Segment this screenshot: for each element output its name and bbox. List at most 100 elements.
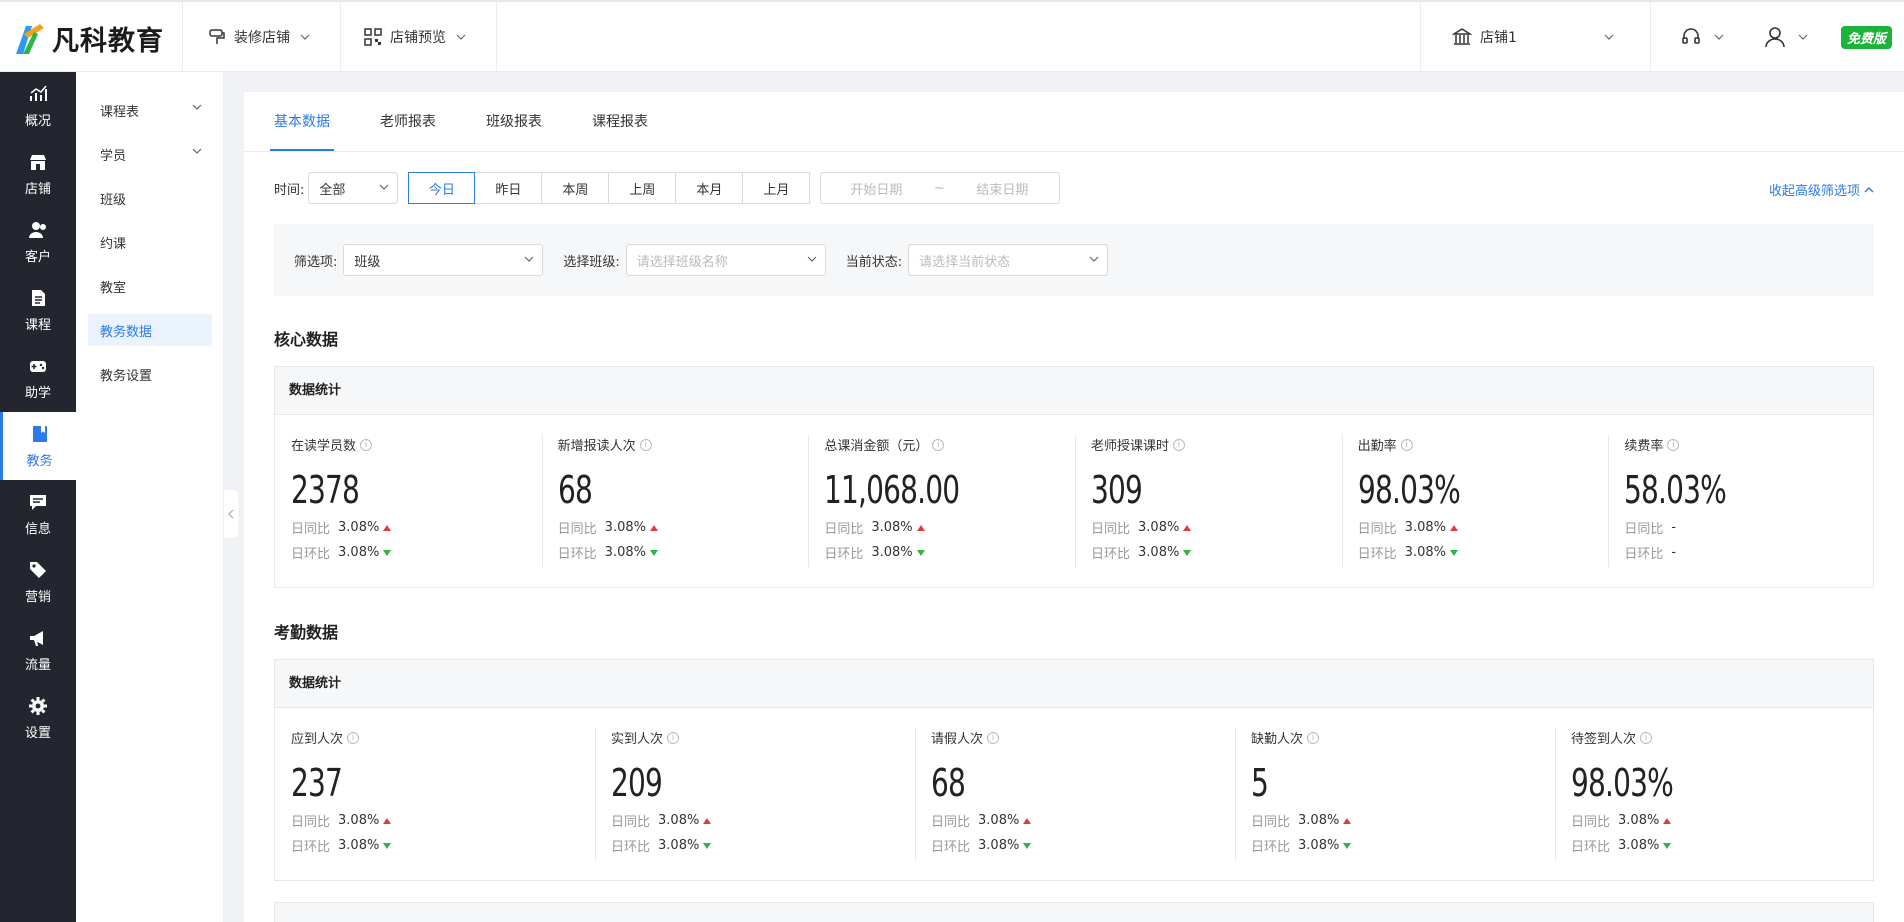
day-mom-value: - bbox=[1671, 545, 1677, 560]
subnav-schedule[interactable]: 课程表 bbox=[88, 94, 212, 126]
store-selector[interactable]: 店铺1 bbox=[1452, 2, 1622, 72]
subnav-academic-settings[interactable]: 教务设置 bbox=[88, 358, 212, 390]
day-mom-row: 日环比 - bbox=[1624, 543, 1871, 562]
nav-courses[interactable]: 课程 bbox=[0, 276, 76, 344]
stat-value: 68 bbox=[931, 761, 966, 805]
day-yoy-label: 日同比 bbox=[1624, 522, 1664, 537]
info-icon[interactable]: i bbox=[1400, 438, 1413, 451]
info-icon[interactable]: i bbox=[987, 731, 1000, 744]
range-yesterday[interactable]: 昨日 bbox=[475, 172, 543, 204]
day-yoy-label: 日同比 bbox=[1251, 815, 1291, 830]
trend-up-icon bbox=[916, 524, 925, 531]
tab-basic-data[interactable]: 基本数据 bbox=[274, 92, 330, 152]
stat-label: 在读学员数 i bbox=[291, 435, 538, 454]
range-today[interactable]: 今日 bbox=[408, 172, 476, 204]
day-mom-label: 日环比 bbox=[291, 547, 331, 562]
nav-label: 助学 bbox=[24, 385, 51, 401]
nav-label: 设置 bbox=[24, 725, 51, 741]
date-range-picker[interactable]: 开始日期 ~ 结束日期 bbox=[820, 172, 1061, 204]
tab-class-report[interactable]: 班级报表 bbox=[486, 92, 542, 152]
status-select-placeholder: 请选择当前状态 bbox=[919, 254, 1011, 270]
subnav-classes[interactable]: 班级 bbox=[88, 182, 212, 214]
headset-icon bbox=[1682, 28, 1700, 44]
info-icon[interactable]: i bbox=[932, 438, 945, 451]
nav-customers[interactable]: 客户 bbox=[0, 208, 76, 276]
advanced-toggle-label: 收起高级筛选项 bbox=[1768, 184, 1860, 199]
info-icon[interactable]: i bbox=[639, 438, 652, 451]
nav-traffic[interactable]: 流量 bbox=[0, 616, 76, 684]
nav-assist[interactable]: 助学 bbox=[0, 344, 76, 412]
chart-icon bbox=[30, 85, 47, 101]
info-icon[interactable]: i bbox=[667, 731, 680, 744]
nav-label: 课程 bbox=[24, 317, 51, 333]
range-last-week[interactable]: 上周 bbox=[609, 172, 677, 204]
day-yoy-value: 3.08% bbox=[338, 813, 380, 828]
day-mom-label: 日环比 bbox=[1571, 840, 1611, 855]
free-version-badge[interactable]: 免费版 bbox=[1840, 26, 1892, 49]
subnav-academic-data[interactable]: 教务数据 bbox=[88, 314, 212, 346]
stat-card: 待签到人次 i 98.03% 日同比 3.08% 日环比 3.08% bbox=[1551, 728, 1871, 860]
nav-messages[interactable]: 信息 bbox=[0, 480, 76, 548]
subnav-classrooms[interactable]: 教室 bbox=[88, 270, 212, 302]
tab-course-report[interactable]: 课程报表 bbox=[592, 92, 648, 152]
support-button[interactable] bbox=[1680, 2, 1732, 72]
start-date-input[interactable]: 开始日期 bbox=[821, 179, 931, 198]
nav-store[interactable]: 店铺 bbox=[0, 140, 76, 208]
attendance-stats-panel: 数据统计 应到人次 i 237 日同比 3.08% 日环比 3.08% 实到人次 i 209 日同比… bbox=[274, 659, 1874, 881]
tab-teacher-report[interactable]: 老师报表 bbox=[380, 92, 436, 152]
info-icon[interactable]: i bbox=[360, 438, 373, 451]
time-label: 时间: bbox=[274, 182, 305, 198]
filter-item-select[interactable]: 班级 bbox=[343, 244, 544, 276]
store-icon bbox=[30, 154, 46, 170]
subnav-label: 教室 bbox=[100, 280, 127, 296]
store-preview-button[interactable]: 店铺预览 bbox=[364, 2, 474, 72]
day-mom-value: 3.08% bbox=[1138, 545, 1180, 560]
day-yoy-label: 日同比 bbox=[1357, 522, 1397, 537]
nav-academic[interactable]: 教务 bbox=[0, 412, 76, 480]
chevron-left-icon bbox=[228, 509, 234, 519]
day-mom-label: 日环比 bbox=[557, 547, 597, 562]
nav-settings[interactable]: 设置 bbox=[0, 684, 76, 752]
trend-down-icon bbox=[1449, 549, 1458, 556]
status-select[interactable]: 请选择当前状态 bbox=[908, 244, 1109, 276]
range-this-month[interactable]: 本月 bbox=[676, 172, 744, 204]
info-icon[interactable]: i bbox=[1307, 731, 1320, 744]
trend-up-icon bbox=[383, 524, 392, 531]
stat-value: 98.03% bbox=[1357, 468, 1461, 512]
info-icon[interactable]: i bbox=[1640, 731, 1653, 744]
info-icon[interactable]: i bbox=[1667, 438, 1680, 451]
subnav-booking[interactable]: 约课 bbox=[88, 226, 212, 258]
range-this-week[interactable]: 本周 bbox=[542, 172, 610, 204]
stat-card: 实到人次 i 209 日同比 3.08% 日环比 3.08% bbox=[591, 728, 911, 860]
day-mom-label: 日环比 bbox=[611, 840, 651, 855]
brand-logo[interactable]: 凡科教育 bbox=[14, 16, 164, 60]
stat-card: 新增报读人次 i 68 日同比 3.08% 日环比 3.08% bbox=[538, 435, 805, 567]
decorate-store-button[interactable]: 装修店铺 bbox=[208, 2, 318, 72]
day-mom-row: 日环比 3.08% bbox=[611, 836, 911, 855]
stat-card: 续费率 i 58.03% 日同比 - 日环比 - bbox=[1604, 435, 1871, 567]
class-select[interactable]: 请选择班级名称 bbox=[625, 244, 826, 276]
subnav-students[interactable]: 学员 bbox=[88, 138, 212, 170]
subnav-label: 教务设置 bbox=[100, 368, 153, 384]
toggle-advanced-filters[interactable]: 收起高级筛选项 bbox=[1769, 180, 1874, 199]
chevron-down-icon bbox=[192, 148, 202, 154]
stat-label-text: 续费率 bbox=[1624, 439, 1664, 454]
nav-marketing[interactable]: 营销 bbox=[0, 548, 76, 616]
nav-overview[interactable]: 概况 bbox=[0, 72, 76, 140]
trend-up-icon bbox=[1183, 524, 1192, 531]
end-date-input[interactable]: 结束日期 bbox=[947, 179, 1057, 198]
range-last-month[interactable]: 上月 bbox=[743, 172, 811, 204]
chevron-down-icon bbox=[456, 34, 466, 40]
info-icon[interactable]: i bbox=[347, 731, 360, 744]
stat-value: 209 bbox=[611, 761, 663, 805]
store-name: 店铺1 bbox=[1480, 30, 1517, 46]
trend-up-icon bbox=[649, 524, 658, 531]
day-yoy-label: 日同比 bbox=[291, 522, 331, 537]
stat-label: 总课消金额（元） i bbox=[824, 435, 1071, 454]
day-yoy-value: 3.08% bbox=[1404, 520, 1446, 535]
time-select[interactable]: 全部 bbox=[308, 172, 399, 204]
subnav-label: 约课 bbox=[100, 236, 127, 252]
account-menu[interactable] bbox=[1764, 2, 1816, 72]
collapse-sidebar-button[interactable] bbox=[224, 490, 238, 538]
info-icon[interactable]: i bbox=[1173, 438, 1186, 451]
